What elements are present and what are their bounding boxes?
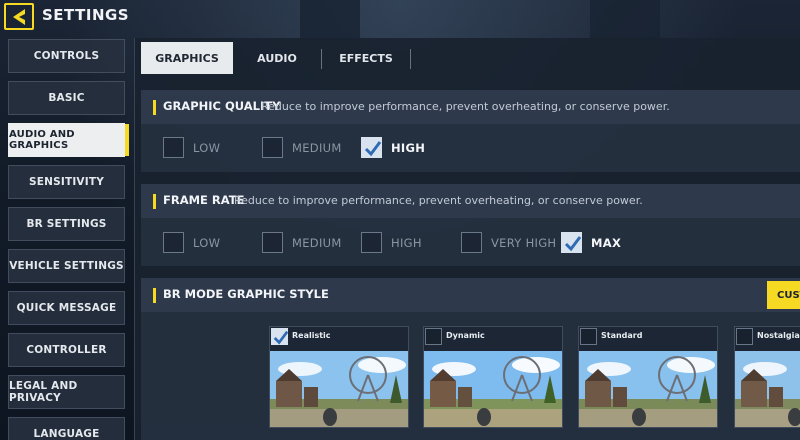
sidebar-item-quick-message[interactable]: QUICK MESSAGE [8,291,125,325]
frame-rate-option-low[interactable]: LOW [163,232,220,253]
style-card-nostalgia[interactable]: Nostalgia [734,326,800,428]
graphic-quality-section: GRAPHIC QUALITY Reduce to improve perfor… [141,90,800,172]
checkmark-icon [364,141,382,157]
tab-label: AUDIO [257,51,297,65]
style-preview-image [270,351,408,427]
option-label: HIGH [391,140,426,155]
sidebar-item-br-settings[interactable]: BR SETTINGS [8,207,125,241]
tab-audio[interactable]: AUDIO [233,42,321,74]
scene-preview-image [735,351,800,427]
section-header: BR MODE GRAPHIC STYLE CUSTOM [141,278,800,312]
frame-rate-option-max[interactable]: MAX [561,232,621,253]
section-header: GRAPHIC QUALITY Reduce to improve perfor… [141,90,800,124]
checkbox[interactable] [580,328,597,345]
sidebar-item-label: QUICK MESSAGE [16,302,117,314]
style-preview-image [579,351,717,427]
section-title: FRAME RATE [163,193,245,207]
checkbox[interactable] [461,232,482,253]
back-button[interactable] [4,3,34,30]
tab-graphics[interactable]: GRAPHICS [141,42,233,74]
checkbox[interactable] [163,137,184,158]
graphic-quality-option-low[interactable]: LOW [163,137,220,158]
graphic-quality-option-high[interactable]: HIGH [361,137,425,158]
section-accent-bar [153,288,156,303]
custom-button-label: CUSTOM [777,289,800,301]
sidebar-item-label: BR SETTINGS [26,218,107,230]
frame-rate-option-very-high[interactable]: VERY HIGH [461,232,556,253]
custom-button[interactable]: CUSTOM [767,281,800,309]
sidebar-item-label: BASIC [48,92,85,104]
option-label: MEDIUM [292,235,342,250]
section-title: BR MODE GRAPHIC STYLE [163,287,329,301]
style-card-dynamic[interactable]: Dynamic [423,326,563,428]
style-card-label: Nostalgia [757,331,800,340]
tab-effects[interactable]: EFFECTS [322,42,410,74]
checkbox-checked[interactable] [361,137,382,158]
checkbox[interactable] [736,328,753,345]
checkbox[interactable] [163,232,184,253]
scene-preview-image [424,351,562,427]
frame-rate-option-medium[interactable]: MEDIUM [262,232,342,253]
checkbox-checked[interactable] [271,328,289,345]
style-card-label: Standard [601,331,643,340]
section-description: Reduce to improve performance, prevent o… [261,100,670,113]
page-title: SETTINGS [42,6,130,24]
br-mode-graphic-style-section: BR MODE GRAPHIC STYLE CUSTOM Realistic [141,278,800,440]
chevron-left-icon [13,8,25,25]
frame-rate-option-high[interactable]: HIGH [361,232,422,253]
sidebar-item-sensitivity[interactable]: SENSITIVITY [8,165,125,199]
sidebar-item-label: VEHICLE SETTINGS [9,260,124,272]
option-label: LOW [193,235,221,250]
checkbox[interactable] [361,232,382,253]
frame-rate-section: FRAME RATE Reduce to improve performance… [141,184,800,266]
sidebar-item-language[interactable]: LANGUAGE [8,417,125,440]
checkbox[interactable] [262,137,283,158]
checkmark-icon [564,236,582,252]
sidebar-item-audio-and-graphics[interactable]: AUDIO AND GRAPHICS [8,123,129,157]
sidebar-item-legal-and-privacy[interactable]: LEGAL AND PRIVACY [8,375,125,409]
section-accent-bar [153,194,156,209]
scene-preview-image [270,351,408,427]
sidebar-item-label: CONTROLLER [26,344,107,356]
option-label: MEDIUM [292,140,342,155]
top-bar: SETTINGS [0,0,800,34]
sidebar-item-label: AUDIO AND GRAPHICS [9,129,75,151]
tab-label: EFFECTS [339,51,393,65]
style-preview-image [735,351,800,427]
style-card-realistic[interactable]: Realistic [269,326,409,428]
section-accent-bar [153,100,156,115]
option-label: MAX [591,235,622,250]
checkbox[interactable] [262,232,283,253]
tab-label: GRAPHICS [155,51,219,65]
option-label: LOW [193,140,221,155]
graphic-quality-option-medium[interactable]: MEDIUM [262,137,342,158]
settings-panel: GRAPHICS AUDIO EFFECTS GRAPHIC QUALITY R… [134,38,800,440]
sidebar-item-controls[interactable]: CONTROLS [8,39,125,73]
checkbox[interactable] [425,328,442,345]
option-label: VERY HIGH [491,235,557,250]
style-preview-image [424,351,562,427]
sidebar-item-basic[interactable]: BASIC [8,81,125,115]
sidebar-item-label: SENSITIVITY [28,176,105,188]
section-header: FRAME RATE Reduce to improve performance… [141,184,800,218]
sidebar-item-label: LEGAL AND PRIVACY [9,380,78,404]
tab-bar: GRAPHICS AUDIO EFFECTS [141,42,800,75]
tab-divider [410,49,411,69]
checkmark-icon [273,330,289,345]
style-card-label: Dynamic [446,331,485,340]
sidebar-item-controller[interactable]: CONTROLLER [8,333,125,367]
style-card-label: Realistic [292,331,331,340]
checkbox-checked[interactable] [561,232,582,253]
style-card-standard[interactable]: Standard [578,326,718,428]
scene-preview-image [579,351,717,427]
sidebar-item-vehicle-settings[interactable]: VEHICLE SETTINGS [8,249,125,283]
sidebar-item-label: LANGUAGE [33,428,100,440]
sidebar-item-label: CONTROLS [33,50,100,62]
option-label: HIGH [391,235,422,250]
section-description: Reduce to improve performance, prevent o… [234,194,643,207]
